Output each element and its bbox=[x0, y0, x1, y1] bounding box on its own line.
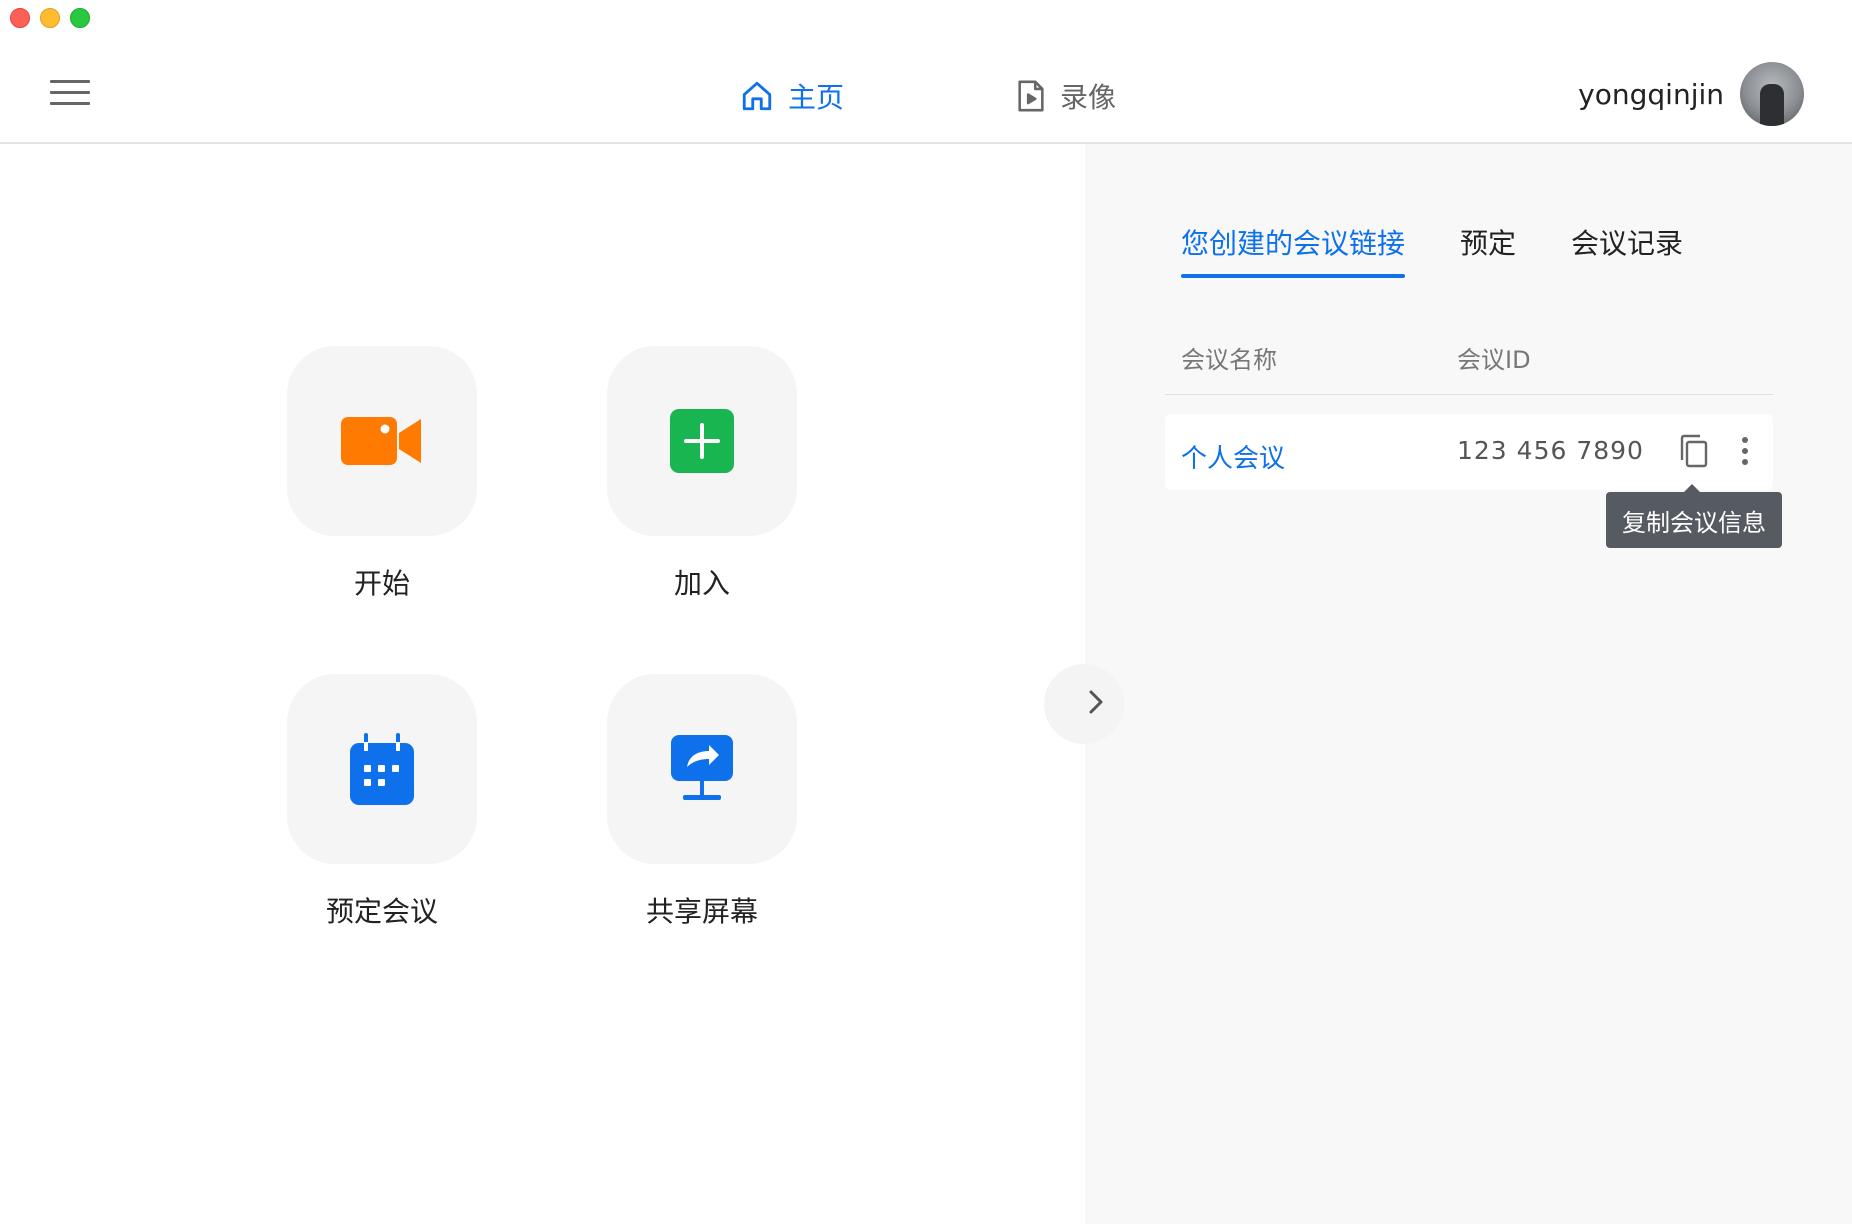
minimize-window-button[interactable] bbox=[40, 8, 60, 28]
start-meeting-tile[interactable]: 开始 bbox=[287, 346, 477, 602]
share-screen-button[interactable] bbox=[607, 674, 797, 864]
tab-home-label: 主页 bbox=[788, 81, 845, 114]
join-meeting-tile[interactable]: 加入 bbox=[607, 346, 797, 602]
more-options-icon[interactable] bbox=[1735, 434, 1755, 468]
video-camera-icon bbox=[341, 417, 421, 465]
join-meeting-label: 加入 bbox=[673, 567, 730, 600]
schedule-meeting-label: 预定会议 bbox=[325, 895, 438, 928]
share-screen-icon bbox=[671, 735, 733, 800]
meeting-name-link[interactable]: 个人会议 bbox=[1181, 438, 1285, 475]
tab-home[interactable]: 主页 bbox=[740, 76, 844, 116]
calendar-icon bbox=[350, 733, 414, 805]
username: yongqinjin bbox=[1578, 77, 1724, 111]
start-meeting-label: 开始 bbox=[353, 567, 410, 600]
avatar[interactable] bbox=[1740, 62, 1804, 126]
zoom-window-button[interactable] bbox=[70, 8, 90, 28]
top-navigation-bar: 主页 录像 yongqinjin bbox=[0, 40, 1852, 144]
schedule-meeting-tile[interactable]: 预定会议 bbox=[287, 674, 477, 930]
start-meeting-button[interactable] bbox=[287, 346, 477, 536]
close-window-button[interactable] bbox=[10, 8, 30, 28]
collapse-panel-button[interactable] bbox=[1044, 664, 1124, 744]
join-meeting-button[interactable] bbox=[607, 346, 797, 536]
window-controls bbox=[10, 8, 90, 28]
table-row[interactable]: 个人会议 123 456 7890 bbox=[1165, 414, 1773, 490]
share-screen-label: 共享屏幕 bbox=[645, 895, 758, 928]
home-icon bbox=[742, 81, 772, 111]
share-screen-tile[interactable]: 共享屏幕 bbox=[607, 674, 797, 930]
copy-icon[interactable] bbox=[1678, 434, 1710, 468]
tab-recordings-label: 录像 bbox=[1060, 81, 1117, 114]
meeting-id: 123 456 7890 bbox=[1457, 436, 1644, 465]
user-profile[interactable]: yongqinjin bbox=[1578, 62, 1804, 126]
home-actions-panel: 开始 加入 预定会议 共享屏幕 bbox=[0, 144, 1085, 1224]
tab-recordings[interactable]: 录像 bbox=[1016, 76, 1116, 116]
column-meeting-id: 会议ID bbox=[1457, 346, 1531, 374]
chevron-right-icon bbox=[1088, 689, 1104, 719]
column-meeting-name: 会议名称 bbox=[1181, 346, 1277, 374]
recording-file-icon bbox=[1018, 80, 1044, 112]
copy-meeting-info-tooltip: 复制会议信息 bbox=[1606, 484, 1782, 548]
tab-created-meeting-links[interactable]: 您创建的会议链接 bbox=[1181, 222, 1406, 278]
tab-meeting-history[interactable]: 会议记录 bbox=[1571, 222, 1683, 276]
plus-icon bbox=[670, 409, 734, 473]
meetings-tabs: 您创建的会议链接 预定 会议记录 bbox=[1181, 222, 1738, 278]
tab-scheduled[interactable]: 预定 bbox=[1460, 222, 1516, 276]
hamburger-menu-icon[interactable] bbox=[50, 80, 90, 108]
schedule-meeting-button[interactable] bbox=[287, 674, 477, 864]
meetings-panel: 您创建的会议链接 预定 会议记录 会议名称 会议ID 个人会议 123 456 … bbox=[1085, 144, 1852, 1224]
meetings-table-header: 会议名称 会议ID bbox=[1165, 340, 1773, 395]
